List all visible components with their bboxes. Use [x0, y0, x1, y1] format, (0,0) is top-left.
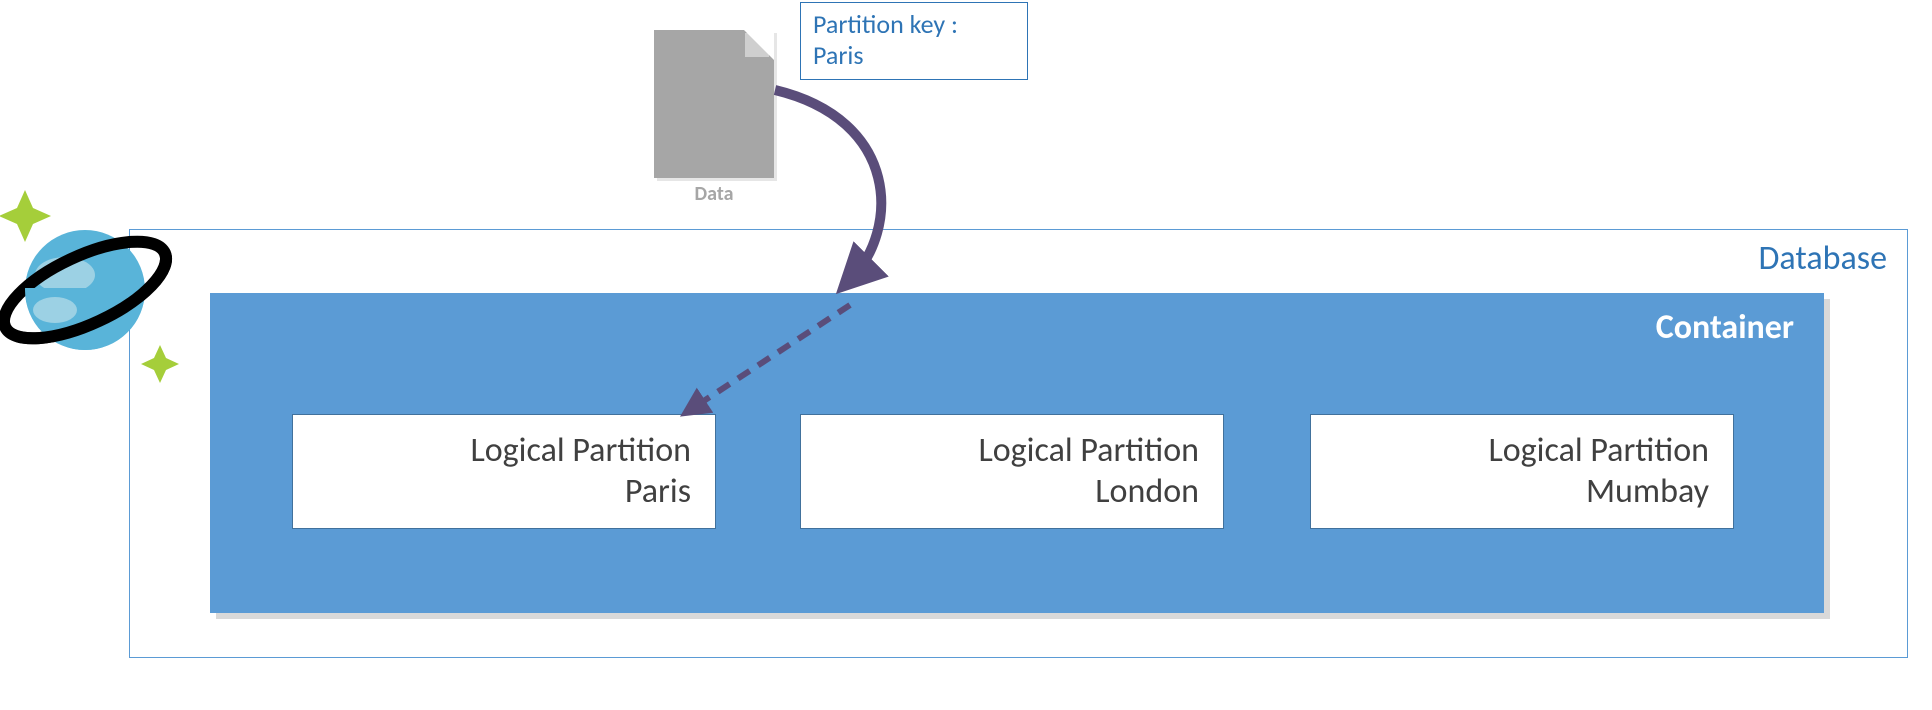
- logical-partition-paris: Logical Partition Paris: [292, 414, 716, 529]
- document-fold-corner: [744, 30, 774, 60]
- logical-partition-london: Logical Partition London: [800, 414, 1224, 529]
- partition-value: Paris: [625, 472, 691, 513]
- partition-key-value: Paris: [813, 40, 1015, 71]
- partition-title: Logical Partition: [1488, 431, 1709, 472]
- partition-value: London: [1095, 472, 1199, 513]
- cosmos-db-logo-icon: [0, 180, 190, 390]
- logical-partition-mumbay: Logical Partition Mumbay: [1310, 414, 1734, 529]
- partition-key-callout: Partition key : Paris: [800, 2, 1028, 80]
- partition-key-label: Partition key :: [813, 9, 1015, 40]
- database-label: Database: [1758, 238, 1887, 279]
- partition-title: Logical Partition: [978, 431, 1199, 472]
- partition-value: Mumbay: [1586, 472, 1709, 513]
- document-caption: Data: [652, 182, 776, 206]
- container-label: Container: [1656, 307, 1794, 348]
- partition-title: Logical Partition: [470, 431, 691, 472]
